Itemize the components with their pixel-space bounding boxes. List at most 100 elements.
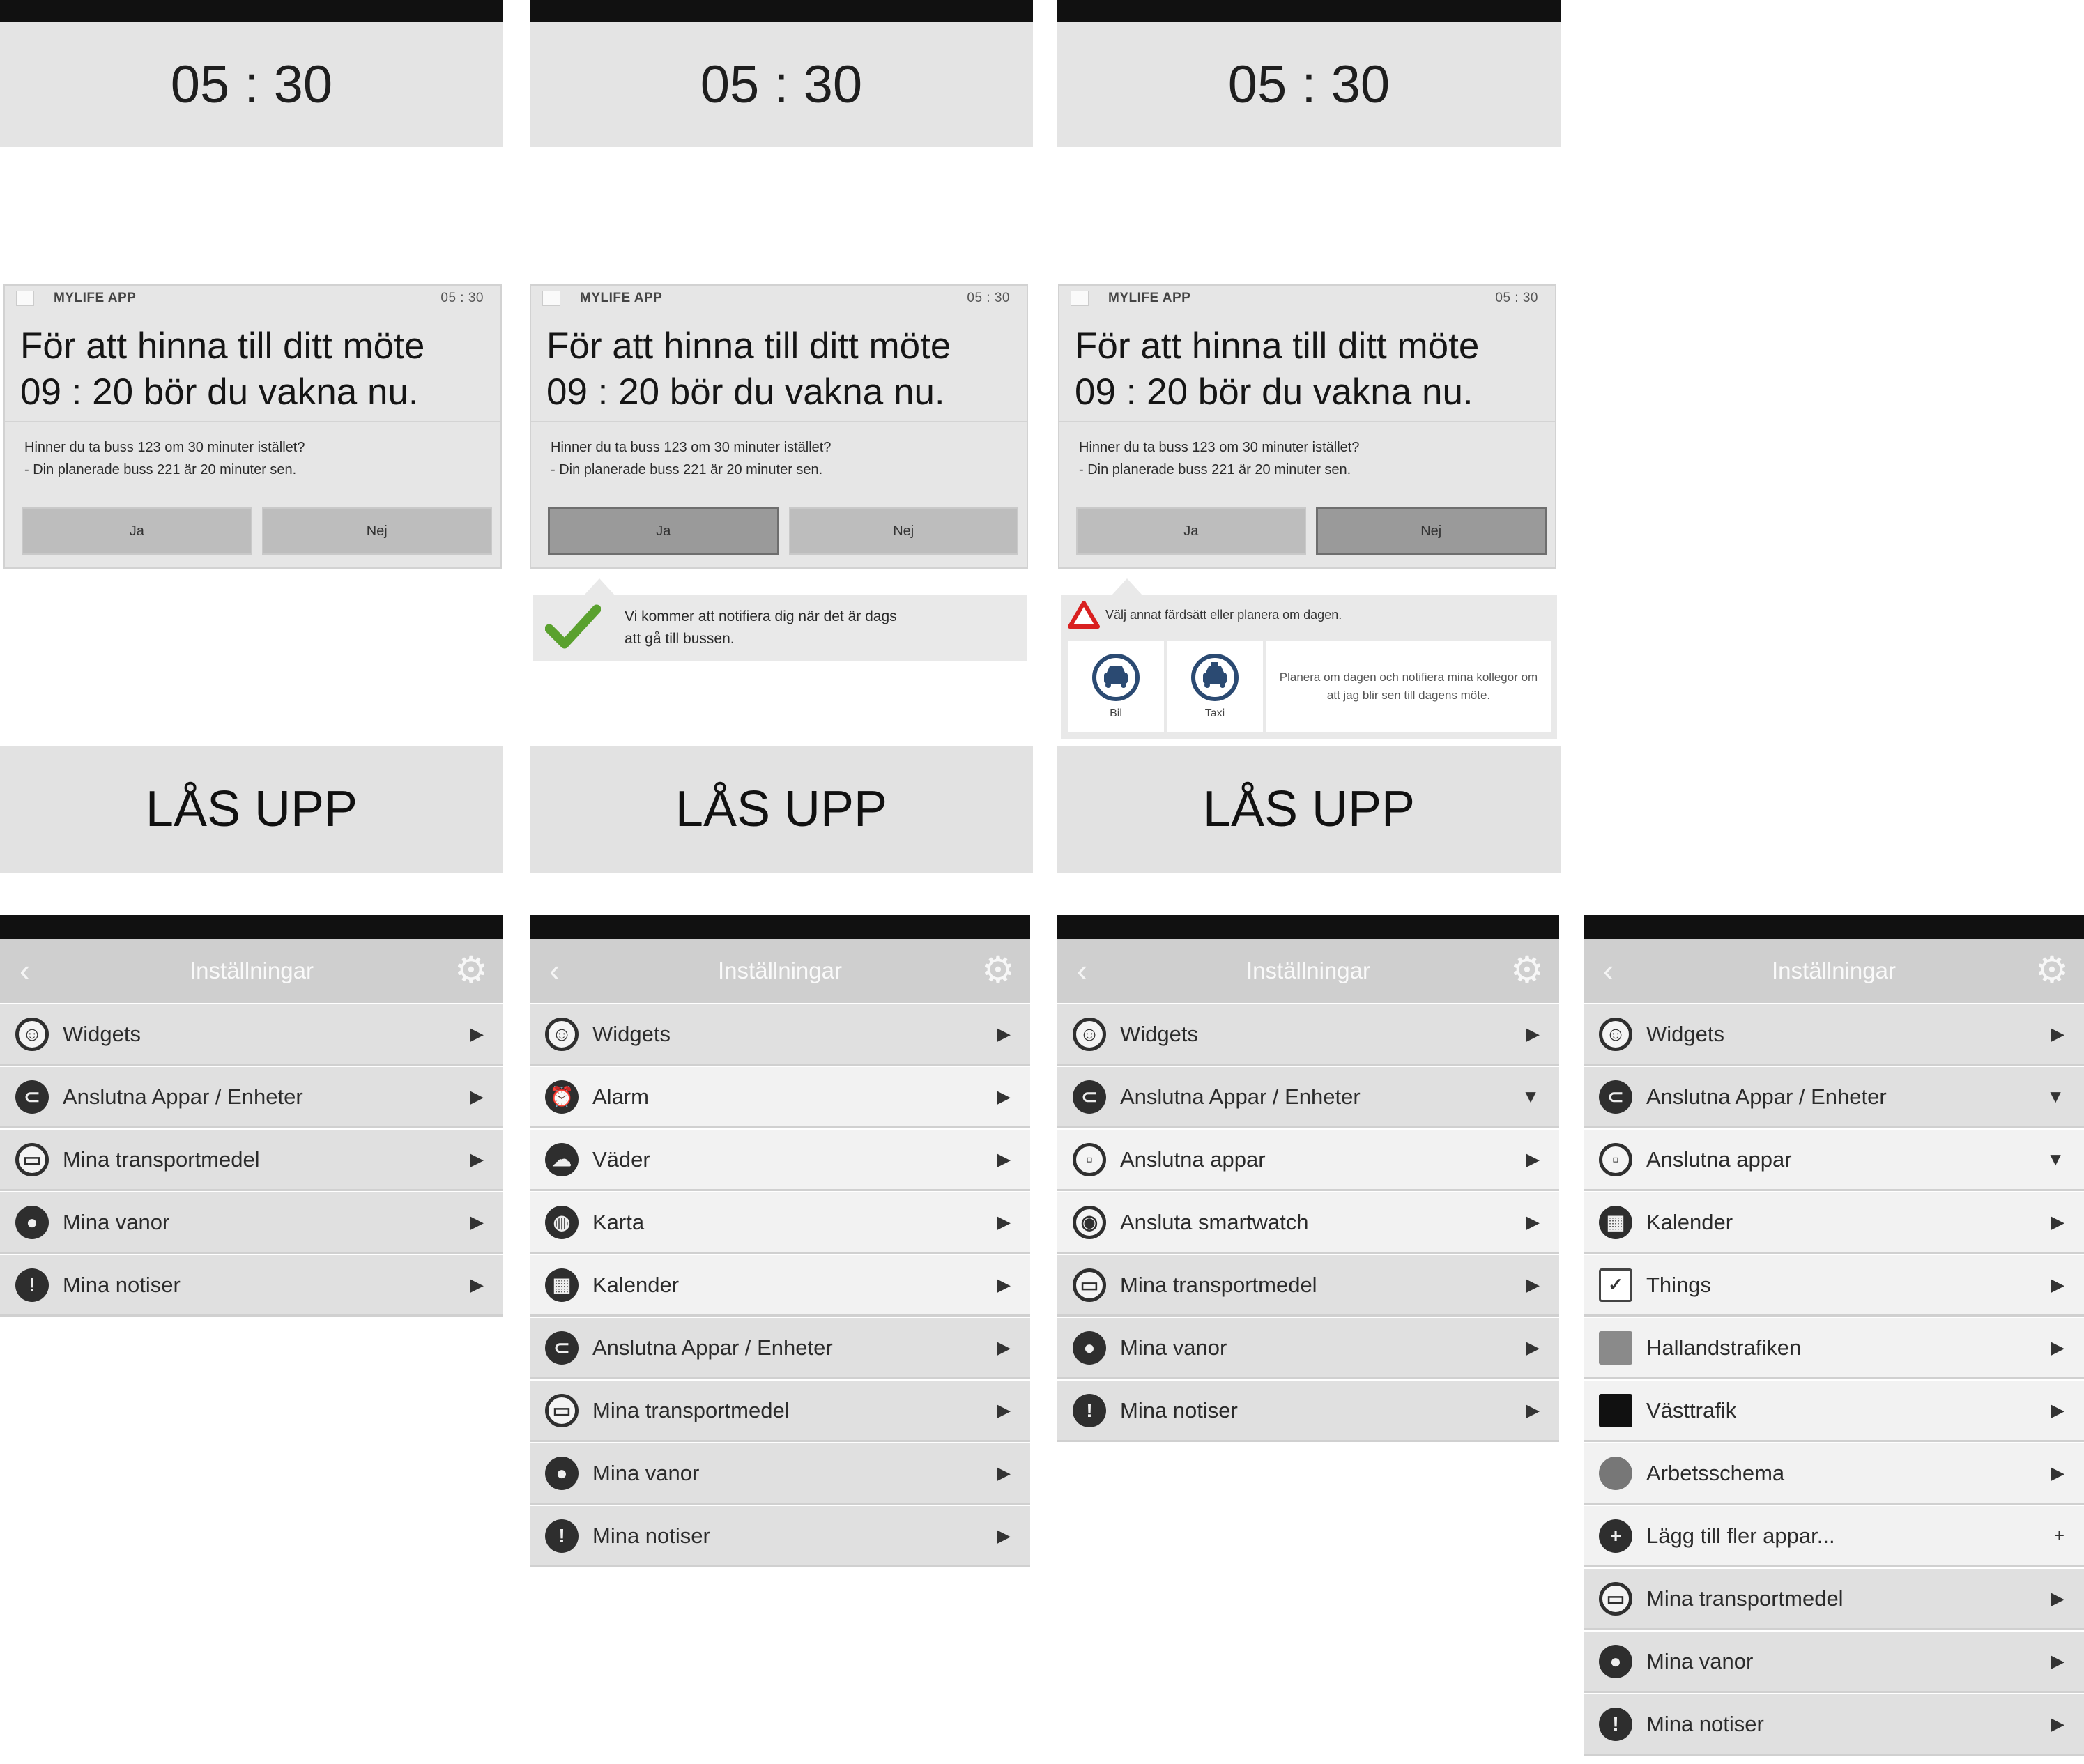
list-item-widgets[interactable]: ☺ Widgets ▶ bbox=[0, 1004, 503, 1066]
app-icon bbox=[16, 291, 34, 306]
lock-screen-2: 05 : 30 bbox=[530, 0, 1033, 147]
list-item-alarm[interactable]: ⏰ Alarm ▶ bbox=[530, 1067, 1030, 1128]
list-item-label: Anslutna appar bbox=[1120, 1146, 1266, 1172]
yes-button[interactable]: Ja bbox=[1076, 507, 1306, 555]
option-taxi[interactable]: Taxi bbox=[1167, 641, 1263, 732]
list-item-notices[interactable]: ! Mina notiser ▶ bbox=[1584, 1694, 2084, 1756]
info-icon: ! bbox=[15, 1268, 49, 1302]
yes-button[interactable]: Ja bbox=[548, 507, 779, 555]
yes-button[interactable]: Ja bbox=[22, 507, 252, 555]
list-item-workschedule[interactable]: Arbetsschema ▶ bbox=[1584, 1443, 2084, 1505]
arrow-down-icon: ▼ bbox=[2046, 1086, 2064, 1107]
arrow-right-icon: ▶ bbox=[2051, 1337, 2064, 1358]
bus-icon: ▭ bbox=[1073, 1268, 1106, 1302]
list-item-connected[interactable]: ⊂ Anslutna Appar / Enheter ▼ bbox=[1057, 1067, 1559, 1128]
notif-body: Hinner du ta buss 123 om 30 minuter istä… bbox=[1079, 440, 1360, 477]
info-icon: ! bbox=[545, 1519, 579, 1553]
arrow-right-icon: ▶ bbox=[2051, 1713, 2064, 1734]
arrow-right-icon: ▶ bbox=[1526, 1211, 1540, 1232]
list-item-smartwatch[interactable]: ◉ Ansluta smartwatch ▶ bbox=[1057, 1192, 1559, 1254]
calendar-icon: ▦ bbox=[545, 1268, 579, 1302]
back-icon[interactable]: ‹ bbox=[1077, 953, 1087, 988]
list-item-calendar[interactable]: ▦ Kalender ▶ bbox=[1584, 1192, 2084, 1254]
list-item-widgets[interactable]: ☺ Widgets ▶ bbox=[530, 1004, 1030, 1066]
list-item-label: Ansluta smartwatch bbox=[1120, 1209, 1309, 1234]
gear-icon[interactable]: ⚙ bbox=[1508, 949, 1547, 991]
list-item-label: Mina transportmedel bbox=[1646, 1586, 1844, 1611]
arrow-right-icon: ▶ bbox=[997, 1149, 1011, 1169]
list-item-calendar[interactable]: ▦ Kalender ▶ bbox=[530, 1255, 1030, 1317]
list-item-habits[interactable]: ● Mina vanor ▶ bbox=[1584, 1632, 2084, 1693]
status-bar bbox=[1584, 915, 2084, 939]
list-item-connected[interactable]: ⊂ Anslutna Appar / Enheter ▶ bbox=[530, 1318, 1030, 1379]
link-icon: ⊂ bbox=[15, 1080, 49, 1114]
app-icon bbox=[1071, 291, 1089, 306]
no-button[interactable]: Nej bbox=[261, 507, 492, 555]
gear-icon[interactable]: ⚙ bbox=[452, 949, 491, 991]
bus-icon: ▭ bbox=[15, 1142, 49, 1176]
notification-card: MYLIFE APP 05 : 30 För att hinna till dit… bbox=[530, 284, 1028, 569]
lock-clock: 05 : 30 bbox=[1057, 22, 1561, 147]
unlock-button[interactable]: LÅS UPP bbox=[530, 746, 1033, 873]
arrow-right-icon: ▶ bbox=[997, 1525, 1011, 1546]
lock-screen-1: 05 : 30 bbox=[0, 0, 503, 147]
list-item-map[interactable]: ◍ Karta ▶ bbox=[530, 1192, 1030, 1254]
list-item-transport[interactable]: ▭ Mina transportmedel ▶ bbox=[1584, 1569, 2084, 1630]
confirmation-text: Vi kommer att notifiera dig när det är d… bbox=[625, 608, 897, 647]
list-item-connected-apps[interactable]: ▫ Anslutna appar ▶ bbox=[1057, 1130, 1559, 1191]
list-item-transport[interactable]: ▭ Mina transportmedel ▶ bbox=[1057, 1255, 1559, 1317]
unlock-button[interactable]: LÅS UPP bbox=[1057, 746, 1561, 873]
unlock-button[interactable]: LÅS UPP bbox=[0, 746, 503, 873]
arrow-right-icon: ▶ bbox=[2051, 1399, 2064, 1420]
app-icon bbox=[542, 291, 560, 306]
list-item-habits[interactable]: ● Mina vanor ▶ bbox=[530, 1443, 1030, 1505]
list-item-label: Västtrafik bbox=[1646, 1397, 1737, 1422]
back-icon[interactable]: ‹ bbox=[1603, 953, 1614, 988]
list-item-weather[interactable]: ☁ Väder ▶ bbox=[530, 1130, 1030, 1191]
list-item-things[interactable]: ✓ Things ▶ bbox=[1584, 1255, 2084, 1317]
arrow-right-icon: ▶ bbox=[2051, 1588, 2064, 1609]
gear-icon[interactable]: ⚙ bbox=[2032, 949, 2071, 991]
list-item-label: Hallandstrafiken bbox=[1646, 1335, 1802, 1360]
option-car-label: Bil bbox=[1110, 707, 1122, 719]
list-item-notices[interactable]: ! Mina notiser ▶ bbox=[1057, 1381, 1559, 1442]
no-button[interactable]: Nej bbox=[1315, 507, 1547, 555]
back-icon[interactable]: ‹ bbox=[20, 953, 30, 988]
no-button[interactable]: Nej bbox=[788, 507, 1018, 555]
person-icon: ● bbox=[1073, 1330, 1106, 1365]
arrow-right-icon: ▶ bbox=[2051, 1211, 2064, 1232]
list-item-label: Widgets bbox=[592, 1021, 671, 1046]
list-item-vasttrafik[interactable]: Västtrafik ▶ bbox=[1584, 1381, 2084, 1442]
notification-card: MYLIFE APP 05 : 30 För att hinna till dit… bbox=[3, 284, 502, 569]
status-bar bbox=[530, 915, 1030, 939]
option-replan[interactable]: Planera om dagen och notifiera mina koll… bbox=[1266, 641, 1551, 732]
list-item-add-more[interactable]: + Lägg till fler appar... + bbox=[1584, 1506, 2084, 1567]
list-item-widgets[interactable]: ☺ Widgets ▶ bbox=[1057, 1004, 1559, 1066]
car-icon bbox=[1092, 654, 1140, 701]
list-item-transport[interactable]: ▭ Mina transportmedel ▶ bbox=[0, 1130, 503, 1191]
option-car[interactable]: Bil bbox=[1068, 641, 1164, 732]
arrow-right-icon: ▶ bbox=[470, 1149, 484, 1169]
list-item-connected[interactable]: ⊂ Anslutna Appar / Enheter ▼ bbox=[1584, 1067, 2084, 1128]
lock-clock: 05 : 30 bbox=[530, 22, 1033, 147]
app-icon: ▫ bbox=[1073, 1142, 1106, 1176]
gear-icon[interactable]: ⚙ bbox=[979, 949, 1018, 991]
list-item-hallandstrafiken[interactable]: Hallandstrafiken ▶ bbox=[1584, 1318, 2084, 1379]
notif-app-name: MYLIFE APP bbox=[54, 291, 137, 305]
list-item-habits[interactable]: ● Mina vanor ▶ bbox=[0, 1192, 503, 1254]
list-item-connected-apps[interactable]: ▫ Anslutna appar ▼ bbox=[1584, 1130, 2084, 1191]
status-bar bbox=[530, 0, 1033, 22]
list-item-habits[interactable]: ● Mina vanor ▶ bbox=[1057, 1318, 1559, 1379]
arrow-right-icon: ▶ bbox=[997, 1337, 1011, 1358]
list-item-transport[interactable]: ▭ Mina transportmedel ▶ bbox=[530, 1381, 1030, 1442]
cloud-icon: ☁ bbox=[545, 1142, 579, 1176]
list-item-widgets[interactable]: ☺ Widgets ▶ bbox=[1584, 1004, 2084, 1066]
back-icon[interactable]: ‹ bbox=[549, 953, 560, 988]
list-item-connected[interactable]: ⊂ Anslutna Appar / Enheter ▶ bbox=[0, 1067, 503, 1128]
list-item-label: Mina transportmedel bbox=[1120, 1272, 1317, 1297]
list-item-notices[interactable]: ! Mina notiser ▶ bbox=[530, 1506, 1030, 1567]
plus-icon: + bbox=[1599, 1519, 1632, 1553]
hallandstrafiken-icon bbox=[1599, 1330, 1632, 1365]
calendar-icon: ▦ bbox=[1599, 1205, 1632, 1239]
list-item-notices[interactable]: ! Mina notiser ▶ bbox=[0, 1255, 503, 1317]
